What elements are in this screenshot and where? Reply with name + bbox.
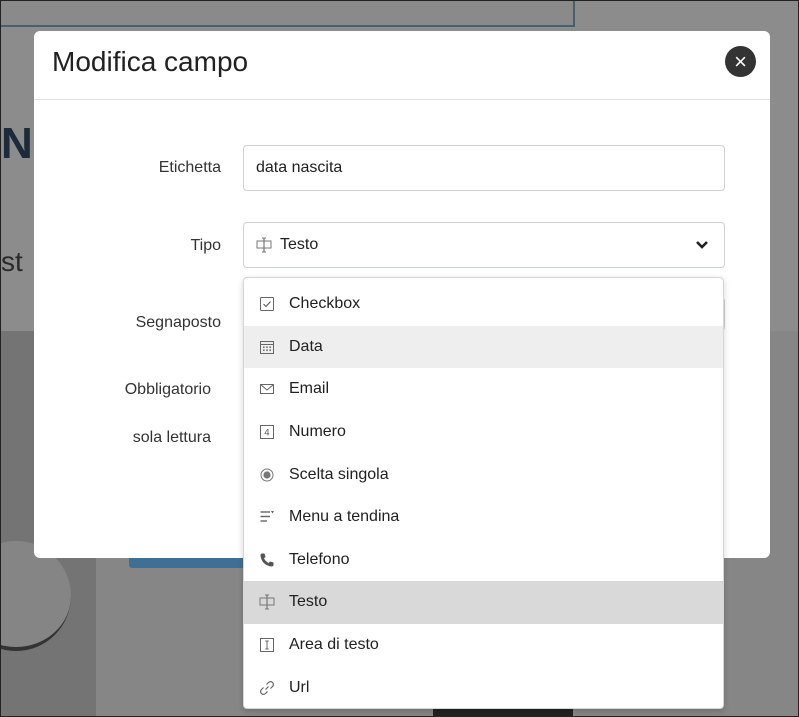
dropdown-option-label: Area di testo [289, 636, 379, 654]
modal-header: Modifica campo × [34, 31, 770, 100]
dropdown-option-telefono[interactable]: Telefono [244, 539, 723, 582]
envelope-icon [259, 381, 289, 397]
text-cursor-icon [256, 237, 280, 253]
dropdown-option-label: Email [289, 380, 330, 398]
dropdown-menu-icon [259, 509, 289, 525]
dropdown-option-label: Scelta singola [289, 465, 389, 483]
dropdown-option-numero[interactable]: 4 Numero [244, 411, 723, 454]
dropdown-option-menu-a-tendina[interactable]: Menu a tendina [244, 496, 723, 539]
dropdown-option-label: Telefono [289, 550, 350, 568]
label-field-label: Etichetta [158, 159, 221, 176]
required-field-label: Obbligatorio [124, 381, 211, 398]
dropdown-option-email[interactable]: Email [244, 368, 723, 411]
type-select[interactable]: Testo [243, 222, 725, 268]
checkbox-icon [259, 296, 289, 312]
dropdown-option-area-di-testo[interactable]: Area di testo [244, 624, 723, 667]
type-select-value: Testo [280, 236, 319, 253]
background-top-box [1, 1, 575, 27]
textarea-icon [259, 637, 289, 653]
close-button[interactable]: × [725, 46, 756, 77]
dropdown-option-testo[interactable]: Testo [244, 581, 723, 624]
dropdown-option-label: Checkbox [289, 295, 361, 313]
dropdown-option-scelta-singola[interactable]: Scelta singola [244, 453, 723, 496]
dropdown-option-label: Testo [289, 593, 328, 611]
background-dark-block [433, 709, 573, 716]
svg-text:4: 4 [264, 429, 270, 439]
dropdown-option-data[interactable]: Data [244, 325, 723, 369]
dropdown-option-label: Url [289, 678, 310, 696]
number-icon: 4 [259, 424, 289, 440]
label-input[interactable]: data nascita [243, 145, 725, 191]
background-subtext: st [1, 246, 23, 277]
text-cursor-icon [259, 594, 289, 610]
type-dropdown-list: Checkbox Data Email 4 Numero Scelta sing… [243, 277, 724, 709]
phone-icon [259, 552, 289, 568]
link-icon [259, 680, 289, 696]
chevron-down-icon [692, 240, 712, 250]
close-icon: × [734, 48, 747, 74]
dropdown-option-label: Menu a tendina [289, 508, 400, 526]
type-field-label: Tipo [190, 237, 221, 254]
modal-title: Modifica campo [52, 46, 249, 77]
dropdown-option-checkbox[interactable]: Checkbox [244, 283, 723, 326]
placeholder-field-label: Segnaposto [135, 314, 221, 331]
radio-icon [259, 467, 289, 483]
readonly-field-label: sola lettura [132, 429, 211, 446]
dropdown-option-label: Numero [289, 423, 346, 441]
dropdown-option-label: Data [289, 337, 323, 355]
dropdown-option-url[interactable]: Url [244, 666, 723, 709]
calendar-icon [259, 339, 289, 355]
